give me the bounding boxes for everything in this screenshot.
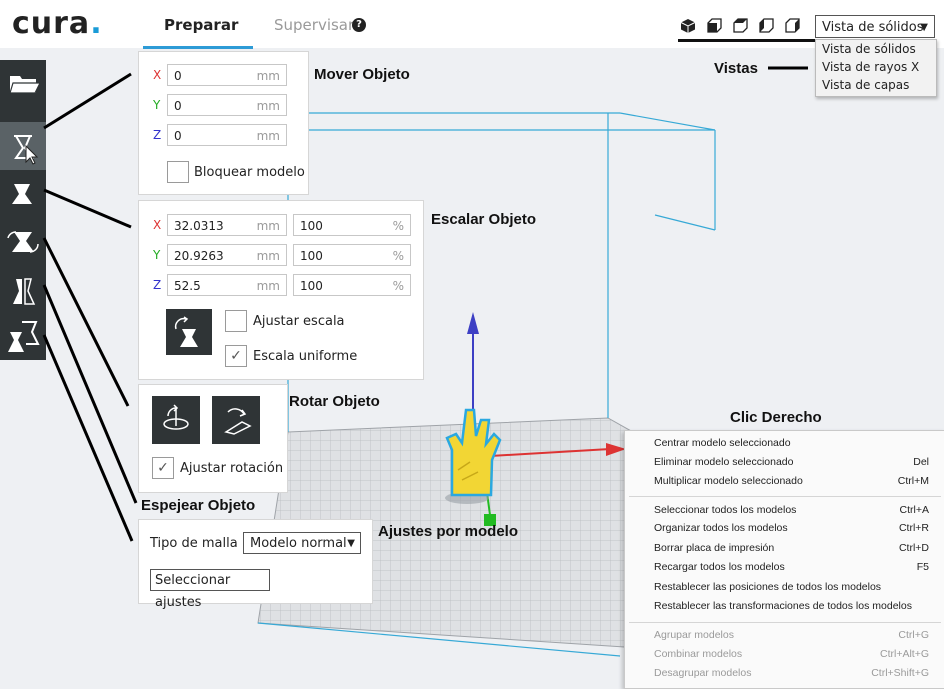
callout-clic-derecho: Clic Derecho	[730, 409, 822, 426]
menu-item-select-all[interactable]: Seleccionar todos los modelos Ctrl+A	[654, 504, 929, 520]
reset-rotation-button[interactable]	[152, 396, 200, 444]
snap-scale-label: Ajustar escala	[253, 314, 345, 329]
menu-separator	[629, 496, 941, 497]
x-axis-label: X	[153, 68, 162, 82]
move-z-field[interactable]: 0 mm	[167, 124, 287, 146]
lock-model-checkbox[interactable]	[167, 161, 189, 183]
lay-flat-button[interactable]	[166, 309, 212, 355]
callout-ajustes: Ajustes por modelo	[378, 523, 519, 540]
scale-z-pct-field[interactable]: 100%	[293, 274, 411, 296]
scale-x-mm-field[interactable]: 32.0313 mm	[167, 214, 287, 236]
callout-rotar: Rotar Objeto	[289, 393, 380, 410]
lock-model-label: Bloquear modelo	[194, 165, 305, 180]
lay-flat-icon	[174, 316, 198, 347]
menu-item-merge[interactable]: Combinar modelos Ctrl+Alt+G	[654, 648, 929, 664]
menu-separator	[629, 622, 941, 623]
lay-flat-rotate-icon	[224, 408, 252, 435]
per-model-panel: Tipo de malla Modelo normal ▼ Seleccionar…	[138, 519, 373, 610]
lay-flat-rotate-button[interactable]	[212, 396, 260, 444]
menu-item-arrange[interactable]: Organizar todos los modelos Ctrl+R	[654, 522, 929, 538]
uniform-scale-checkbox[interactable]: ✓	[225, 345, 247, 367]
mesh-type-label: Tipo de malla	[150, 536, 238, 551]
menu-item-reset-positions[interactable]: Restablecer las posiciones de todos los …	[654, 581, 929, 597]
rotate-panel: ✓ Ajustar rotación	[138, 384, 288, 493]
chevron-down-icon: ▼	[347, 538, 355, 549]
menu-item-reload[interactable]: Recargar todos los modelos F5	[654, 561, 929, 577]
z-axis-label: Z	[153, 128, 162, 142]
menu-item-ungroup[interactable]: Desagrupar modelos Ctrl+Shift+G	[654, 667, 929, 683]
callout-vistas: Vistas	[714, 60, 758, 77]
menu-item-center[interactable]: Centrar modelo seleccionado	[654, 437, 929, 453]
menu-item-reset-transforms[interactable]: Restablecer las transformaciones de todo…	[654, 600, 929, 616]
mesh-type-select[interactable]: Modelo normal ▼	[243, 532, 361, 554]
snap-scale-checkbox[interactable]	[225, 310, 247, 332]
scale-y-mm-field[interactable]: 20.9263 mm	[167, 244, 287, 266]
x-axis-label: X	[153, 218, 162, 232]
scale-panel: X 32.0313 mm 100% Y 20.9263 mm 100% Z 52.5…	[138, 200, 424, 380]
snap-rotation-label: Ajustar rotación	[180, 461, 284, 476]
scale-y-pct-field[interactable]: 100%	[293, 244, 411, 266]
uniform-scale-label: Escala uniforme	[253, 349, 358, 364]
check-icon: ✓	[157, 460, 169, 476]
callout-mover: Mover Objeto	[314, 66, 410, 83]
check-icon: ✓	[230, 348, 242, 364]
select-settings-button[interactable]: Seleccionar ajustes	[150, 569, 270, 610]
scale-z-mm-field[interactable]: 52.5 mm	[167, 274, 287, 296]
menu-item-multiply[interactable]: Multiplicar modelo seleccionado Ctrl+M	[654, 475, 929, 491]
move-panel: X 0 mm Y 0 mm Z 0 mm Bloquear modelo	[138, 51, 309, 195]
z-axis-label: Z	[153, 278, 162, 292]
callout-escalar: Escalar Objeto	[431, 211, 537, 228]
callout-espejear: Espejear Objeto	[141, 497, 256, 514]
move-x-field[interactable]: 0 mm	[167, 64, 287, 86]
y-axis-label: Y	[153, 248, 161, 262]
scale-x-pct-field[interactable]: 100%	[293, 214, 411, 236]
y-axis-label: Y	[153, 98, 161, 112]
move-y-field[interactable]: 0 mm	[167, 94, 287, 116]
snap-rotation-checkbox[interactable]: ✓	[152, 457, 174, 479]
context-menu: Centrar modelo seleccionado Eliminar mod…	[624, 430, 944, 689]
menu-item-group[interactable]: Agrupar modelos Ctrl+G	[654, 629, 929, 645]
menu-item-clear-plate[interactable]: Borrar placa de impresión Ctrl+D	[654, 542, 929, 558]
menu-item-delete[interactable]: Eliminar modelo seleccionado Del	[654, 456, 929, 472]
reset-rotation-icon	[163, 404, 189, 430]
